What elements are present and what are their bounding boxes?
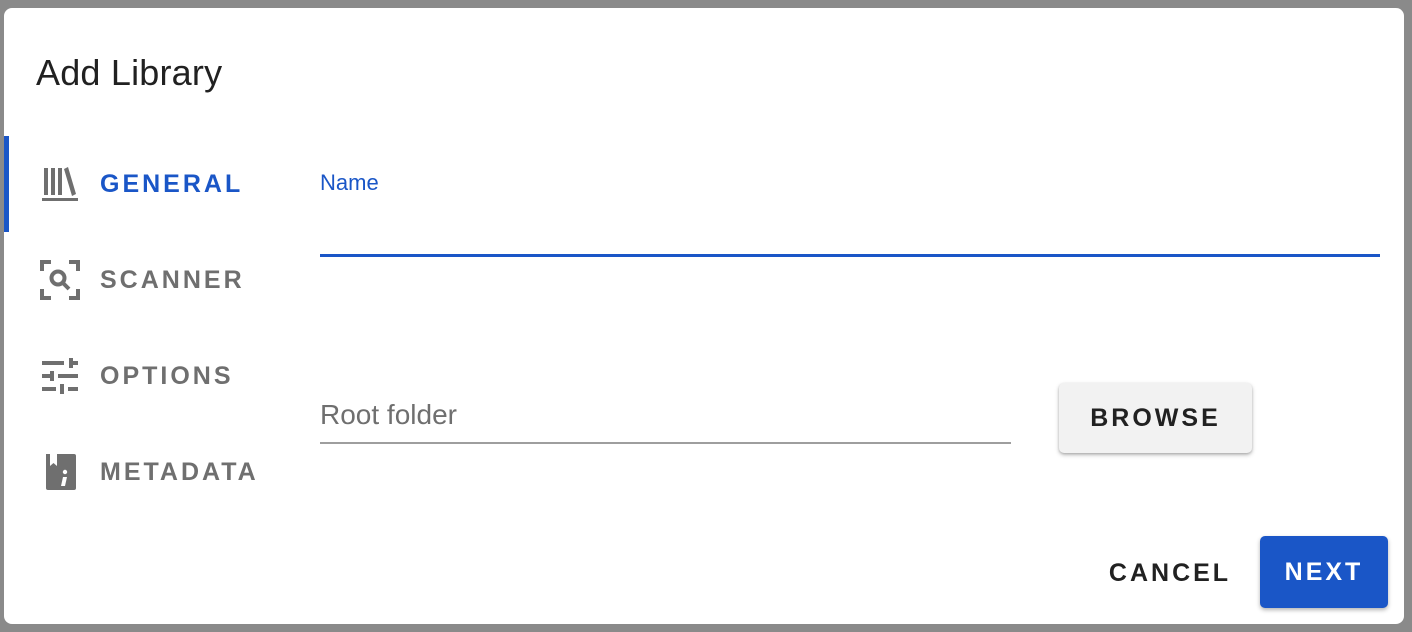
add-library-dialog: Add Library GENERAL SCANNER OPTIONS META… bbox=[4, 8, 1404, 624]
scan-search-icon bbox=[38, 258, 82, 302]
name-field-label: Name bbox=[320, 170, 379, 195]
tab-scanner-label: SCANNER bbox=[100, 265, 245, 294]
tab-general-label: GENERAL bbox=[100, 169, 244, 198]
cancel-button[interactable]: CANCEL bbox=[1090, 538, 1250, 608]
next-button[interactable]: NEXT bbox=[1260, 536, 1388, 608]
tune-sliders-icon bbox=[38, 354, 82, 398]
root-folder-input[interactable] bbox=[320, 388, 1011, 444]
browse-button[interactable]: BROWSE bbox=[1059, 383, 1252, 453]
book-info-icon bbox=[38, 450, 82, 494]
tab-options[interactable]: OPTIONS bbox=[4, 328, 294, 424]
vertical-tabs: GENERAL SCANNER OPTIONS METADATA bbox=[4, 136, 294, 520]
tab-metadata-label: METADATA bbox=[100, 457, 259, 486]
tab-scanner[interactable]: SCANNER bbox=[4, 232, 294, 328]
tab-options-label: OPTIONS bbox=[100, 361, 234, 390]
tab-metadata[interactable]: METADATA bbox=[4, 424, 294, 520]
dialog-title: Add Library bbox=[36, 52, 223, 93]
name-input[interactable] bbox=[320, 208, 1380, 257]
tab-general[interactable]: GENERAL bbox=[4, 136, 294, 232]
library-books-icon bbox=[38, 162, 82, 206]
